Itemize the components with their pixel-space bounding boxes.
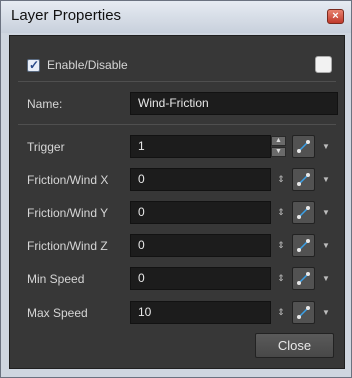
color-swatch-checkbox[interactable] xyxy=(315,56,332,73)
dropdown-arrow-icon[interactable]: ▼ xyxy=(321,135,331,158)
spinner-icon[interactable]: ⇕ xyxy=(276,301,286,324)
dropdown-arrow-icon[interactable]: ▼ xyxy=(321,301,331,324)
title-bar[interactable]: Layer Properties × xyxy=(1,1,351,33)
function-link-icon xyxy=(297,140,310,153)
friction-x-field[interactable]: 0 xyxy=(130,168,271,191)
spinner-icon[interactable]: ⇕ xyxy=(276,168,286,191)
dropdown-arrow-icon[interactable]: ▼ xyxy=(321,234,331,257)
friction-x-label: Friction/Wind X xyxy=(27,173,109,187)
properties-panel: Enable/Disable Name: Wind-Friction Trigg… xyxy=(9,35,345,369)
friction-z-label: Friction/Wind Z xyxy=(27,239,108,253)
separator xyxy=(18,81,336,82)
enable-checkbox[interactable] xyxy=(27,58,40,72)
friction-z-field[interactable]: 0 xyxy=(130,234,271,257)
max-speed-field[interactable]: 10 xyxy=(130,301,271,324)
spinner-icon[interactable]: ⇕ xyxy=(276,201,286,224)
max-speed-function-button[interactable] xyxy=(292,301,315,324)
min-speed-label: Min Speed xyxy=(27,272,85,286)
layer-properties-window: Layer Properties × Enable/Disable Name: … xyxy=(0,0,352,378)
spin-down-icon[interactable]: ▼ xyxy=(271,147,286,157)
enable-label: Enable/Disable xyxy=(47,58,128,72)
dropdown-arrow-icon[interactable]: ▼ xyxy=(321,267,331,290)
function-link-icon xyxy=(297,206,310,219)
trigger-function-button[interactable] xyxy=(292,135,315,158)
trigger-label: Trigger xyxy=(27,140,65,154)
window-close-button[interactable]: × xyxy=(327,9,344,24)
function-link-icon xyxy=(297,239,310,252)
friction-y-label: Friction/Wind Y xyxy=(27,206,109,220)
friction-y-function-button[interactable] xyxy=(292,201,315,224)
friction-z-function-button[interactable] xyxy=(292,234,315,257)
friction-x-function-button[interactable] xyxy=(292,168,315,191)
spinner-icon[interactable]: ⇕ xyxy=(276,234,286,257)
name-field[interactable]: Wind-Friction xyxy=(130,92,338,115)
min-speed-function-button[interactable] xyxy=(292,267,315,290)
max-speed-label: Max Speed xyxy=(27,306,88,320)
dropdown-arrow-icon[interactable]: ▼ xyxy=(321,168,331,191)
dropdown-arrow-icon[interactable]: ▼ xyxy=(321,201,331,224)
close-button[interactable]: Close xyxy=(255,333,334,358)
spin-up-icon[interactable]: ▲ xyxy=(271,136,286,146)
separator xyxy=(18,124,336,125)
function-link-icon xyxy=(297,272,310,285)
function-link-icon xyxy=(297,173,310,186)
trigger-field[interactable]: 1 xyxy=(130,135,271,158)
spinner-icon[interactable]: ⇕ xyxy=(276,267,286,290)
trigger-spinner[interactable]: ▲ ▼ xyxy=(271,135,288,158)
function-link-icon xyxy=(297,306,310,319)
friction-y-field[interactable]: 0 xyxy=(130,201,271,224)
min-speed-field[interactable]: 0 xyxy=(130,267,271,290)
name-label: Name: xyxy=(27,97,63,111)
window-title: Layer Properties xyxy=(11,7,122,24)
